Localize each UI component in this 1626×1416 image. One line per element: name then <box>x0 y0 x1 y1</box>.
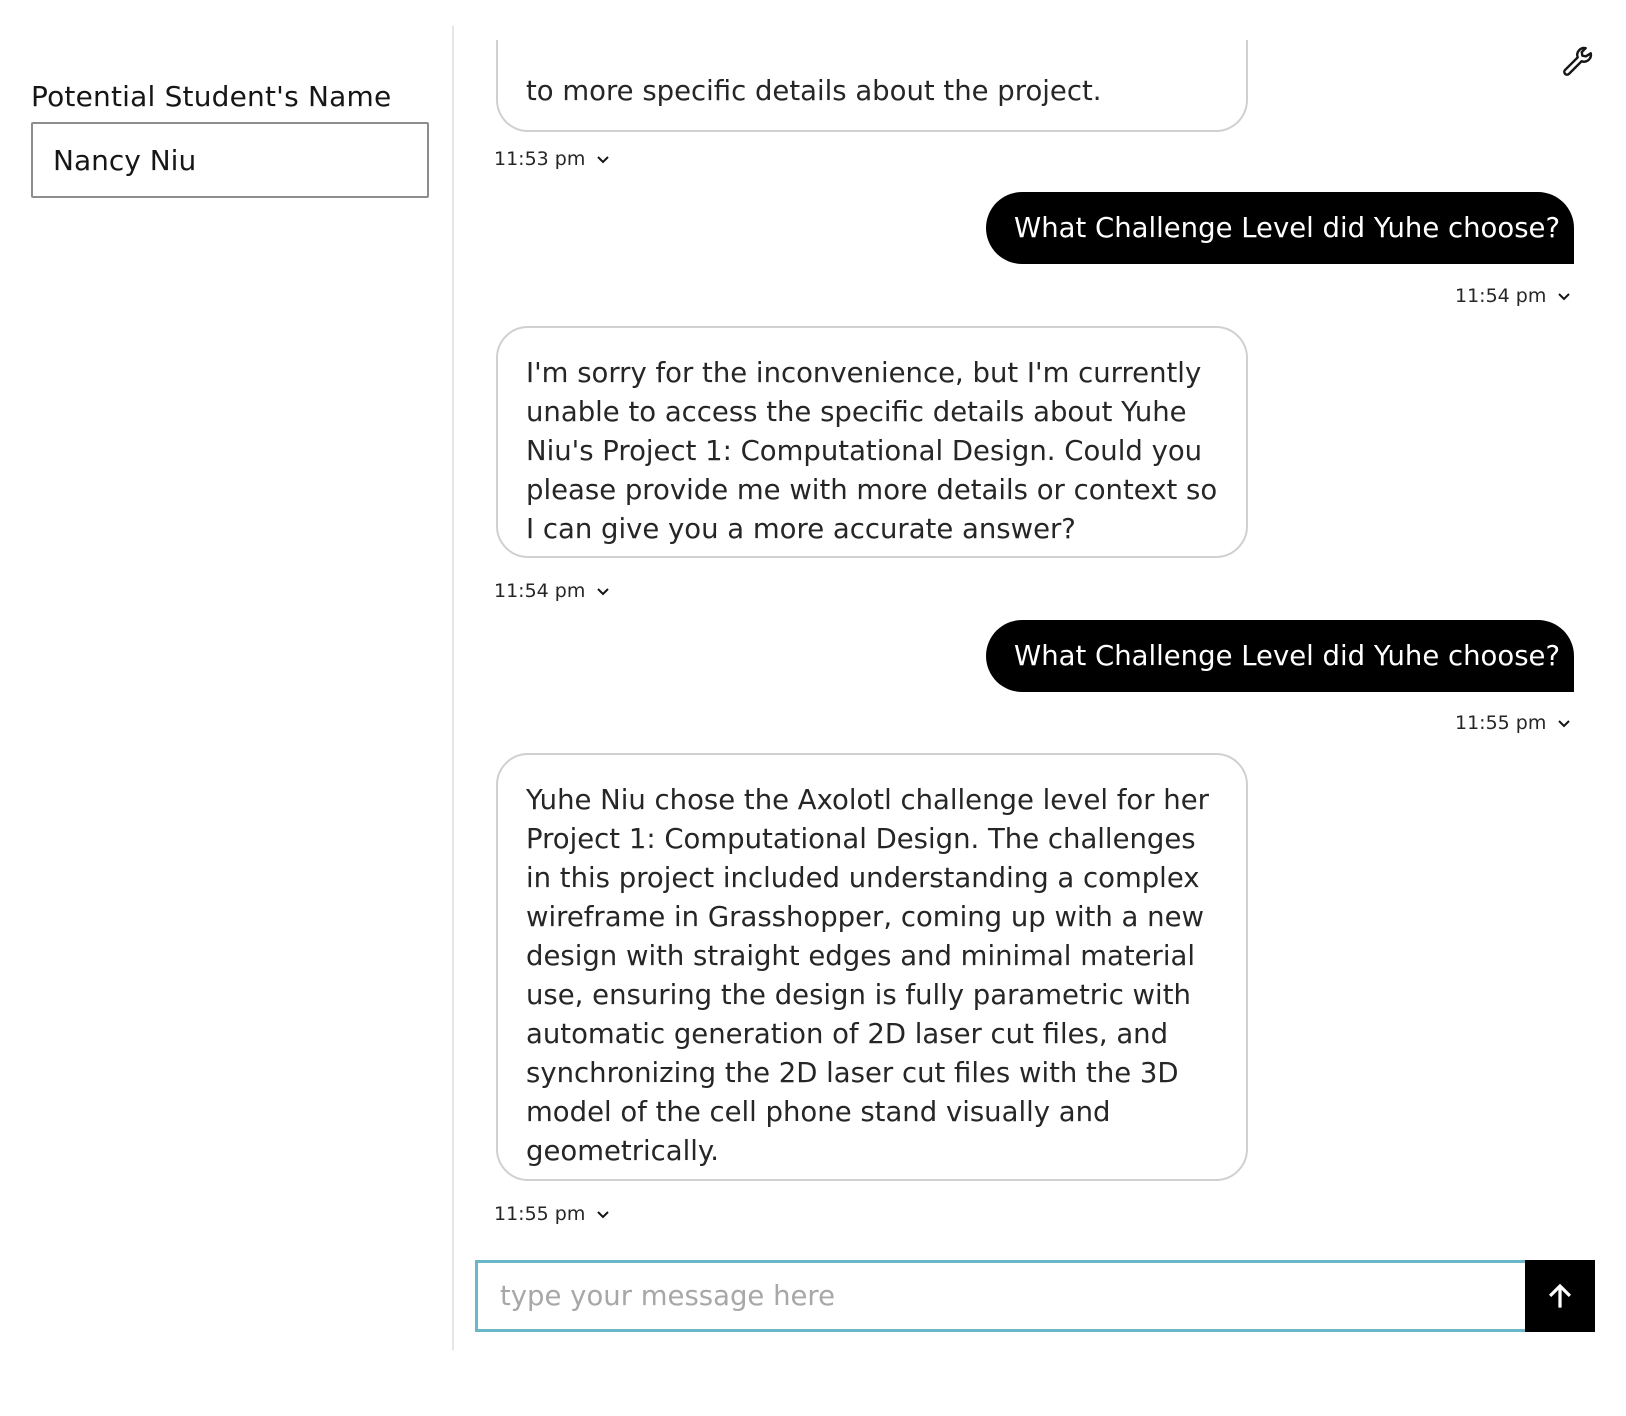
sidebar-divider <box>452 26 454 1350</box>
arrow-up-icon <box>1548 1283 1572 1308</box>
chevron-down-icon <box>597 1211 610 1219</box>
chevron-down-icon <box>597 156 610 164</box>
bot-message: Yuhe Niu chose the Axolotl challenge lev… <box>496 753 1248 1181</box>
message-meta[interactable]: 11:54 pm <box>494 580 611 602</box>
chevron-down-icon <box>597 588 610 596</box>
message-meta[interactable]: 11:54 pm <box>1455 285 1572 307</box>
message-composer <box>475 1260 1595 1332</box>
message-meta[interactable]: 11:55 pm <box>494 1203 611 1225</box>
message-text: Yuhe Niu chose the Axolotl challenge lev… <box>526 784 1209 1167</box>
send-button[interactable] <box>1525 1260 1595 1332</box>
wrench-icon[interactable] <box>1560 44 1596 80</box>
bot-message: to more specific details about the proje… <box>496 40 1248 132</box>
message-meta[interactable]: 11:55 pm <box>1455 712 1572 734</box>
message-time: 11:54 pm <box>1455 285 1547 307</box>
message-time: 11:55 pm <box>1455 712 1547 734</box>
user-message: What Challenge Level did Yuhe choose? <box>986 620 1574 692</box>
student-name-label: Potential Student's Name <box>31 80 392 113</box>
chevron-down-icon <box>1558 293 1571 301</box>
message-meta[interactable]: 11:53 pm <box>494 148 611 170</box>
message-time: 11:55 pm <box>494 1203 586 1225</box>
user-message: What Challenge Level did Yuhe choose? <box>986 192 1574 264</box>
message-input[interactable] <box>475 1260 1525 1332</box>
message-text: What Challenge Level did Yuhe choose? <box>1014 212 1561 244</box>
sidebar: Potential Student's Name <box>0 0 452 1416</box>
bot-message: I'm sorry for the inconvenience, but I'm… <box>496 326 1248 558</box>
student-name-input[interactable] <box>31 122 429 198</box>
chevron-down-icon <box>1558 720 1571 728</box>
message-text: to more specific details about the proje… <box>526 75 1102 107</box>
message-time: 11:54 pm <box>494 580 586 602</box>
message-text: I'm sorry for the inconvenience, but I'm… <box>526 357 1218 545</box>
message-text: What Challenge Level did Yuhe choose? <box>1014 640 1561 672</box>
message-time: 11:53 pm <box>494 148 586 170</box>
app-window: Potential Student's Name to more specifi… <box>0 0 1626 1416</box>
